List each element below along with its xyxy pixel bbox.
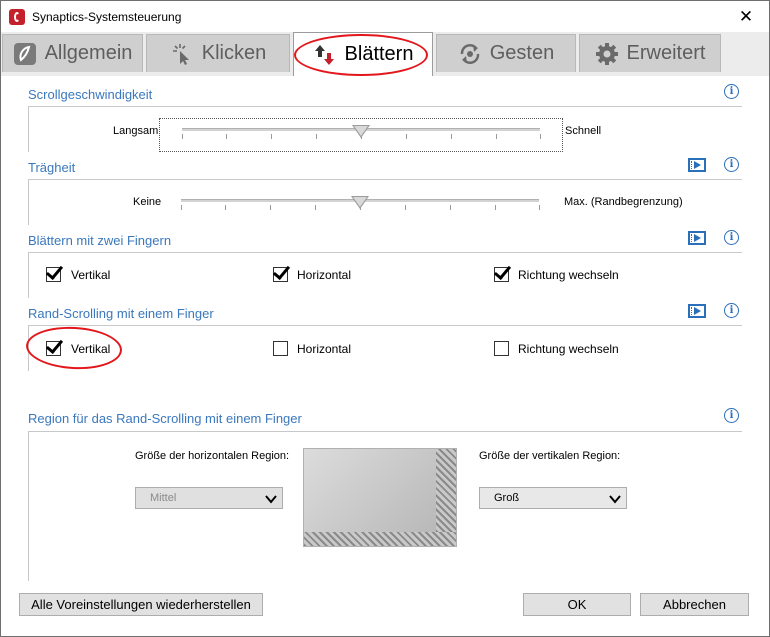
slider-tick: [315, 205, 316, 210]
info-icon[interactable]: i: [724, 84, 739, 99]
tab-label: Klicken: [201, 42, 267, 64]
close-button[interactable]: ✕: [723, 1, 769, 32]
slider-tick: [406, 134, 407, 139]
select-value: Groß: [494, 492, 520, 504]
checkbox-label[interactable]: Vertikal: [71, 268, 110, 282]
section-divider: [28, 179, 742, 180]
scroll-settings-panel: Scrollgeschwindigkeit i Langsam Schnell …: [1, 76, 769, 636]
chevron-down-icon: [265, 491, 277, 511]
gesture-cycle-icon: [458, 42, 482, 66]
info-icon[interactable]: i: [724, 408, 739, 423]
slider-tick: [539, 205, 540, 210]
video-icon[interactable]: [688, 158, 706, 172]
info-icon[interactable]: i: [724, 230, 739, 245]
section-edge: [28, 179, 29, 225]
section-divider: [28, 325, 742, 326]
slider-thumb[interactable]: [352, 125, 370, 138]
region-title: Region für das Rand-Scrolling mit einem …: [28, 411, 302, 426]
video-icon[interactable]: [688, 304, 706, 318]
two-finger-horizontal-checkbox[interactable]: [273, 267, 288, 282]
slider-tick: [181, 205, 182, 210]
section-edge: [28, 252, 29, 298]
restore-defaults-button[interactable]: Alle Voreinstellungen wiederherstellen: [19, 593, 263, 616]
section-divider: [28, 106, 742, 107]
slider-tick: [270, 205, 271, 210]
section-edge: [28, 106, 29, 152]
cursor-click-icon: [170, 42, 194, 66]
horizontal-region-select[interactable]: Mittel: [135, 487, 283, 509]
slider-max-label: Schnell: [565, 125, 602, 137]
tab-label: Erweitert: [626, 42, 706, 64]
slider-tick: [496, 134, 497, 139]
video-icon[interactable]: [688, 231, 706, 245]
slider-tick: [540, 134, 541, 139]
horizontal-region-hatch: [304, 532, 456, 546]
touchpad-region-preview: [303, 448, 457, 547]
slider-tick: [182, 134, 183, 139]
two-finger-reverse-checkbox[interactable]: [494, 267, 509, 282]
tab-erweitert[interactable]: Erweitert: [579, 34, 721, 72]
horizontal-region-label: Größe der horizontalen Region:: [135, 450, 290, 462]
slider-min-label: Keine: [133, 196, 162, 208]
checkbox-label[interactable]: Horizontal: [297, 342, 351, 356]
slider-tick: [271, 134, 272, 139]
select-value: Mittel: [150, 492, 177, 504]
edge-horizontal-checkbox[interactable]: [273, 341, 288, 356]
tab-label: Gesten: [489, 42, 555, 64]
section-divider: [28, 431, 742, 432]
info-icon[interactable]: i: [724, 157, 739, 172]
section-divider: [28, 252, 742, 253]
tab-klicken[interactable]: Klicken: [146, 34, 290, 72]
edge-scroll-title: Rand-Scrolling mit einem Finger: [28, 306, 214, 321]
gear-icon: [595, 42, 619, 66]
tab-label: Allgemein: [44, 42, 133, 64]
vertical-region-label: Größe der vertikalen Region:: [479, 450, 621, 462]
checkbox-label[interactable]: Richtung wechseln: [518, 268, 619, 282]
dialog-window: Synaptics-Systemsteuerung ✕ Allgemein Kl…: [0, 0, 770, 637]
tab-allgemein[interactable]: Allgemein: [2, 34, 143, 72]
chevron-down-icon: [609, 491, 621, 511]
checkbox-highlight-circle: [24, 324, 124, 372]
slider-tick: [450, 205, 451, 210]
inertia-title: Trägheit: [28, 160, 76, 175]
two-finger-title: Blättern mit zwei Fingern: [28, 233, 172, 248]
vertical-region-select[interactable]: Groß: [479, 487, 627, 509]
slider-tick: [405, 205, 406, 210]
slider-tick: [316, 134, 317, 139]
slider-max-label: Max. (Randbegrenzung): [564, 196, 683, 208]
slider-tick: [451, 134, 452, 139]
ok-button[interactable]: OK: [523, 593, 631, 616]
slider-tick: [495, 205, 496, 210]
slider-min-label: Langsam: [113, 125, 159, 137]
inertia-slider[interactable]: [159, 190, 561, 222]
slider-tick: [225, 205, 226, 210]
tab-gesten[interactable]: Gesten: [436, 34, 576, 72]
two-finger-vertical-checkbox[interactable]: [46, 267, 61, 282]
slider-thumb[interactable]: [351, 196, 369, 209]
checkbox-label[interactable]: Horizontal: [297, 268, 351, 282]
scroll-speed-title: Scrollgeschwindigkeit: [28, 87, 153, 102]
tab-highlight-circle: [294, 34, 428, 76]
synaptics-app-icon: [9, 9, 25, 25]
synaptics-leaf-icon: [13, 42, 37, 66]
section-edge: [28, 431, 29, 581]
window-title: Synaptics-Systemsteuerung: [32, 10, 182, 24]
cancel-button[interactable]: Abbrechen: [640, 593, 749, 616]
checkbox-label[interactable]: Richtung wechseln: [518, 342, 619, 356]
slider-tick: [226, 134, 227, 139]
title-bar[interactable]: Synaptics-Systemsteuerung ✕: [1, 1, 769, 32]
scroll-speed-slider[interactable]: [159, 118, 563, 152]
edge-reverse-checkbox[interactable]: [494, 341, 509, 356]
info-icon[interactable]: i: [724, 303, 739, 318]
